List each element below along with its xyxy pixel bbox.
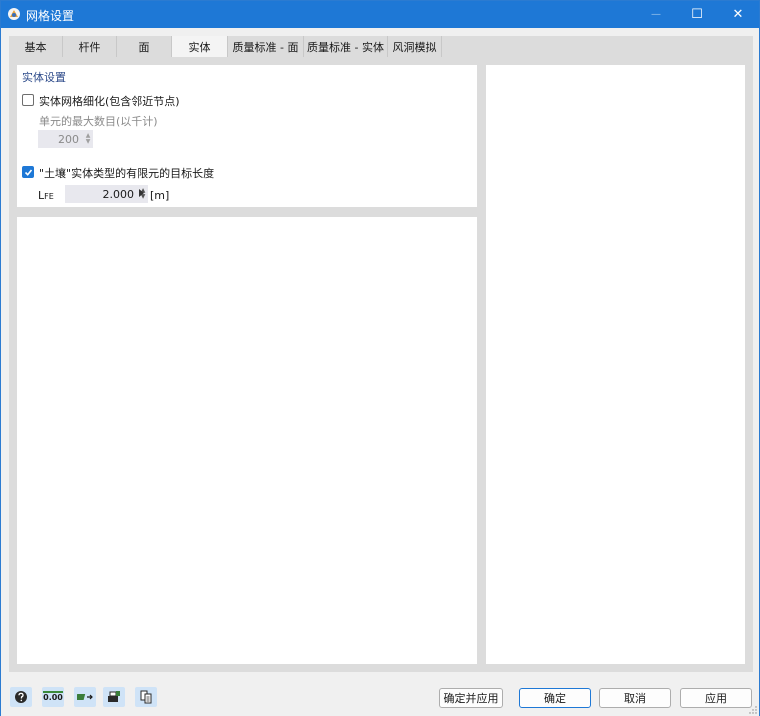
cancel-button[interactable]: 取消 (599, 688, 671, 708)
tab-basic[interactable]: 基本 (9, 36, 63, 57)
footer-bar: 0.00 确定并应用 确定 取消 应用 (1, 679, 759, 716)
tab-wind-simulation[interactable]: 风洞模拟 (388, 36, 442, 57)
max-elements-spinbox[interactable]: 200 ▲ ▼ (38, 130, 93, 148)
copy-settings-icon (140, 690, 152, 704)
window-title: 网格设置 (26, 9, 75, 23)
minimize-button[interactable]: — (636, 1, 676, 28)
units-decimal-button[interactable]: 0.00 (42, 687, 64, 707)
section-title: 实体设置 (22, 71, 66, 84)
spin-arrows-icon[interactable]: ▲ ▼ (83, 133, 93, 145)
refine-mesh-label: 实体网格细化(包含邻近节点) (39, 95, 180, 108)
lfe-value: 2.000 (102, 187, 135, 201)
title-bar: 网格设置 — ☐ ✕ (1, 1, 759, 28)
tab-bar: 基本 杆件 面 实体 质量标准 - 面 质量标准 - 实体 风洞模拟 (9, 36, 753, 57)
tab-quality-solids[interactable]: 质量标准 - 实体 (304, 36, 388, 57)
max-elements-label: 单元的最大数目(以千计) (39, 115, 158, 128)
lfe-spinbox[interactable]: 2.000 ▲ ▼ (65, 185, 148, 203)
ok-button[interactable]: 确定 (519, 688, 591, 708)
copy-settings-button[interactable] (135, 687, 157, 707)
refine-mesh-checkbox[interactable] (22, 94, 34, 106)
right-panel (486, 65, 745, 664)
mesh-settings-dialog: 网格设置 — ☐ ✕ 基本 杆件 面 实体 质量标准 - 面 质量标准 - 实体… (0, 0, 760, 716)
maximize-button[interactable]: ☐ (677, 1, 717, 28)
tab-quality-surfaces[interactable]: 质量标准 - 面 (228, 36, 304, 57)
app-icon (8, 8, 20, 20)
print-icon (108, 691, 120, 702)
view-model-button[interactable] (74, 687, 96, 707)
soil-target-length-checkbox[interactable] (22, 166, 34, 178)
apply-button[interactable]: 应用 (680, 688, 752, 708)
close-icon: ✕ (732, 7, 744, 22)
lfe-subscript: FE (44, 192, 54, 201)
resize-grip-icon[interactable] (749, 706, 757, 714)
checkmark-icon (24, 169, 33, 176)
print-button[interactable] (103, 687, 125, 707)
tab-content: 实体设置 实体网格细化(包含邻近节点) 单元的最大数目(以千计) 200 ▲ ▼ … (9, 57, 753, 672)
tab-surfaces[interactable]: 面 (117, 36, 172, 57)
units-decimal-icon: 0.00 (43, 691, 63, 702)
soil-target-length-label: "土壤"实体类型的有限元的目标长度 (39, 167, 215, 180)
solid-settings-panel: 实体设置 实体网格细化(包含邻近节点) 单元的最大数目(以千计) 200 ▲ ▼ … (17, 65, 477, 207)
lfe-menu-arrow-icon[interactable] (139, 189, 144, 197)
lower-left-panel (17, 217, 477, 664)
lfe-unit: [m] (150, 189, 170, 202)
max-elements-value: 200 (58, 132, 79, 146)
view-model-icon (77, 694, 93, 700)
lfe-label: LFE (38, 189, 54, 202)
ok-and-apply-button[interactable]: 确定并应用 (439, 688, 503, 708)
help-button[interactable] (10, 687, 32, 707)
close-button[interactable]: ✕ (718, 1, 758, 28)
minimize-icon: — (651, 9, 661, 20)
maximize-icon: ☐ (691, 7, 703, 22)
tab-members[interactable]: 杆件 (63, 36, 117, 57)
help-icon (15, 691, 27, 703)
tab-solids[interactable]: 实体 (172, 36, 228, 57)
